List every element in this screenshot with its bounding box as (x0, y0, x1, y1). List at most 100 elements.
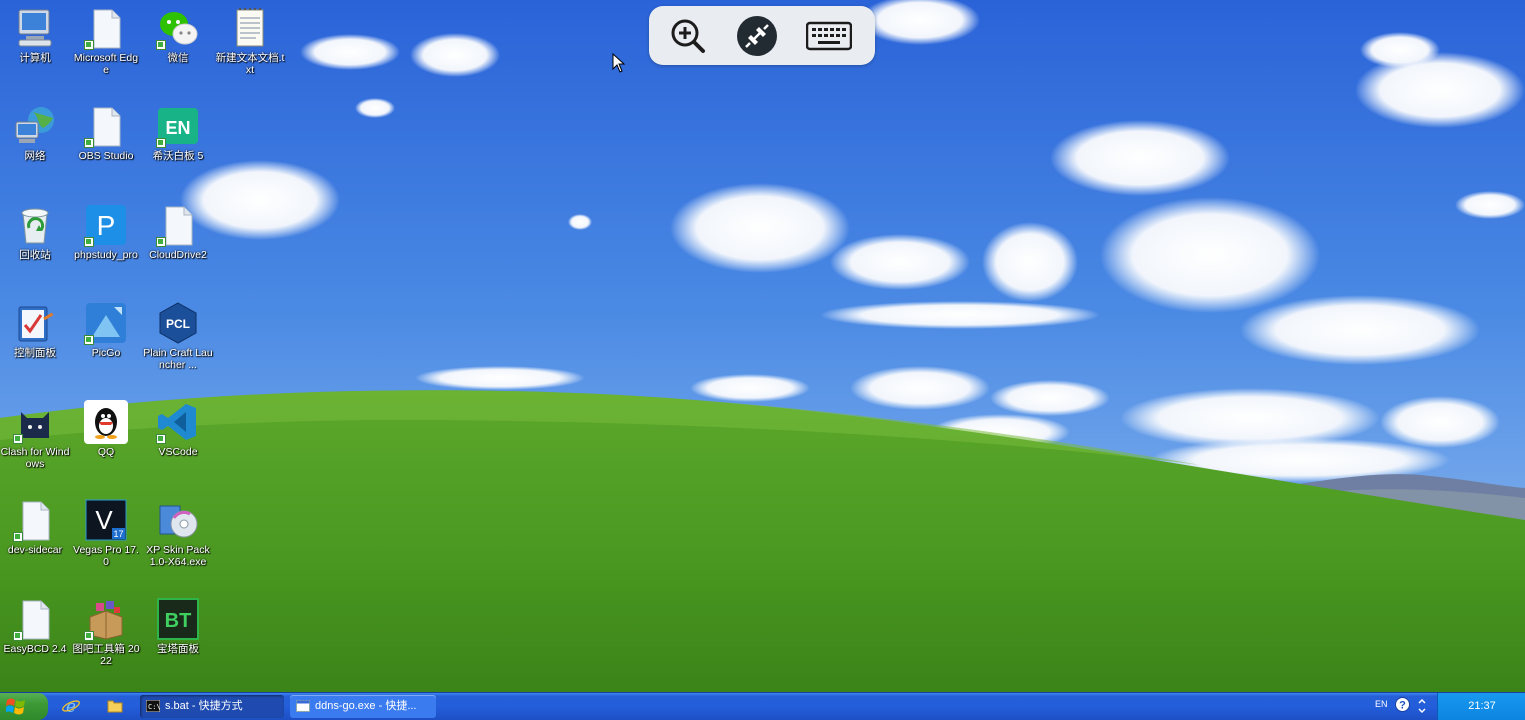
svg-text:?: ? (1399, 700, 1406, 712)
keyboard-button[interactable] (806, 16, 852, 56)
desktop-icon-label: 计算机 (19, 52, 51, 64)
zoom-in-icon (671, 19, 705, 53)
shortcut-arrow-icon (156, 40, 166, 50)
desktop-icon-easybcd[interactable]: EasyBCD 2.4 (0, 593, 70, 655)
recycle-bin-icon (21, 208, 49, 244)
svg-text:C:\: C:\ (148, 703, 160, 711)
desktop-icon-phpstudy[interactable]: P phpstudy_pro (71, 199, 141, 261)
desktop-icon-label: 控制面板 (14, 347, 56, 359)
shortcut-arrow-icon (84, 40, 94, 50)
desktop-icon-label: CloudDrive2 (149, 249, 207, 261)
shortcut-arrow-icon (13, 532, 23, 542)
desktop-icon-bt-panel[interactable]: BT 宝塔面板 (143, 593, 213, 655)
taskbar-button-s-bat[interactable]: C:\ s.bat - 快捷方式 (140, 695, 284, 718)
folder-icon[interactable] (106, 697, 124, 715)
desktop-icon-computer[interactable]: 计算机 (0, 2, 70, 64)
desktop-icon-vegas-pro[interactable]: V 17 Vegas Pro 17.0 (71, 494, 141, 568)
shortcut-arrow-icon (84, 335, 94, 345)
desktop-icon-tuba-toolbox[interactable]: 图吧工具箱 2022 (71, 593, 141, 667)
desktop-icon-label: 网络 (24, 150, 46, 162)
shortcut-arrow-icon (84, 631, 94, 641)
desktop-icon-label: QQ (97, 446, 115, 458)
shortcut-arrow-icon (13, 631, 23, 641)
remote-desktop-toolbar (649, 6, 875, 65)
remote-connection-button[interactable] (737, 16, 777, 56)
svg-text:BT: BT (165, 610, 192, 632)
desktop-icon-microsoft-edge[interactable]: Microsoft Edge (71, 2, 141, 76)
desktop-icon-label: EasyBCD 2.4 (3, 643, 67, 655)
shortcut-arrow-icon (156, 138, 166, 148)
shortcut-arrow-icon (84, 138, 94, 148)
desktop-icon-vscode[interactable]: VSCode (143, 396, 213, 458)
desktop-icon-label: OBS Studio (78, 150, 134, 162)
start-button[interactable] (0, 693, 48, 720)
vegas-icon: V 17 (85, 499, 127, 541)
taskbar-button-label: s.bat - 快捷方式 (165, 700, 243, 712)
clock[interactable]: 21:37 (1438, 693, 1525, 720)
desktop-icon-label: 宝塔面板 (157, 643, 199, 655)
desktop-icon-pcl[interactable]: PCL Plain Craft Launcher ... (143, 297, 213, 371)
keyboard-icon (806, 21, 852, 51)
taskbar-button-ddns-go[interactable]: ddns-go.exe - 快捷... (290, 695, 436, 718)
zoom-in-button[interactable] (668, 16, 708, 56)
tray-expand-icon[interactable] (1417, 696, 1427, 716)
desktop-wallpaper (0, 0, 1525, 692)
desktop-icon-label: Clash for Windows (0, 446, 70, 470)
desktop-icon-clouddrive2[interactable]: CloudDrive2 (143, 199, 213, 261)
cmd-icon: C:\ (146, 700, 160, 712)
desktop-icon-network[interactable]: 网络 (0, 100, 70, 162)
notepad-icon (236, 8, 264, 47)
language-indicator[interactable]: EN (1375, 699, 1388, 709)
desktop-icon-label: dev-sidecar (7, 544, 63, 556)
taskbar: e C:\ s.bat - 快捷方式 ddns-go.exe - 快捷... E… (0, 692, 1525, 720)
desktop-icon-clash[interactable]: Clash for Windows (0, 396, 70, 470)
desktop-icon-label: phpstudy_pro (74, 249, 138, 261)
desktop-icon-label: XP Skin Pack 1.0-X64.exe (146, 544, 210, 568)
qq-penguin-icon (84, 400, 128, 444)
shortcut-arrow-icon (13, 434, 23, 444)
desktop-icon-dev-sidecar[interactable]: dev-sidecar (0, 494, 70, 556)
svg-text:EN: EN (165, 118, 190, 138)
window-icon (296, 700, 310, 712)
desktop-icon-label: 回收站 (19, 249, 51, 261)
remote-connection-icon (737, 16, 777, 56)
desktop-icon-label: 新建文本文档.txt (215, 52, 285, 76)
desktop-icon-new-text-document[interactable]: 新建文本文档.txt (215, 2, 285, 76)
desktop-icon-label: 图吧工具箱 2022 (72, 643, 140, 667)
help-icon[interactable]: ? (1395, 697, 1410, 712)
desktop-icon-control-panel[interactable]: 控制面板 (0, 297, 70, 359)
desktop-icon-label: Microsoft Edge (73, 52, 139, 76)
desktop-icon-picgo[interactable]: PicGo (71, 297, 141, 359)
svg-text:P: P (97, 210, 116, 241)
system-tray: 21:37 (1437, 693, 1525, 720)
desktop-icon-seewo-board[interactable]: EN 希沃白板 5 (143, 100, 213, 162)
windows-logo-icon (6, 698, 25, 715)
svg-text:17: 17 (113, 529, 123, 539)
pcl-icon: PCL (159, 302, 197, 344)
desktop-icon-wechat[interactable]: 微信 (143, 2, 213, 64)
desktop-icon-label: VSCode (158, 446, 198, 458)
desktop-icon-qq[interactable]: QQ (71, 396, 141, 458)
bt-panel-icon: BT (157, 598, 199, 640)
control-panel-icon (18, 306, 54, 342)
desktop-icon-label: Plain Craft Launcher ... (143, 347, 213, 371)
desktop-icon-obs-studio[interactable]: OBS Studio (71, 100, 141, 162)
shortcut-arrow-icon (156, 237, 166, 247)
internet-explorer-icon[interactable]: e (62, 697, 80, 715)
shortcut-arrow-icon (84, 237, 94, 247)
shortcut-arrow-icon (156, 434, 166, 444)
desktop-icon-label: 希沃白板 5 (152, 150, 204, 162)
desktop-icon-grid: 计算机 网络 回收站 控制面板 Clash for Windows dev-si… (0, 0, 284, 690)
network-icon (15, 107, 54, 143)
taskbar-button-label: ddns-go.exe - 快捷... (315, 700, 417, 712)
computer-icon (18, 9, 52, 47)
desktop-icon-label: PicGo (91, 347, 121, 359)
mouse-cursor-icon (612, 53, 626, 73)
svg-text:e: e (66, 697, 76, 715)
installer-disc-icon (159, 505, 198, 538)
svg-text:PCL: PCL (166, 317, 190, 331)
desktop-icon-label: Vegas Pro 17.0 (73, 544, 139, 568)
desktop-icon-xp-skin-pack[interactable]: XP Skin Pack 1.0-X64.exe (143, 494, 213, 568)
desktop-icon-recycle-bin[interactable]: 回收站 (0, 199, 70, 261)
svg-text:V: V (95, 505, 113, 535)
